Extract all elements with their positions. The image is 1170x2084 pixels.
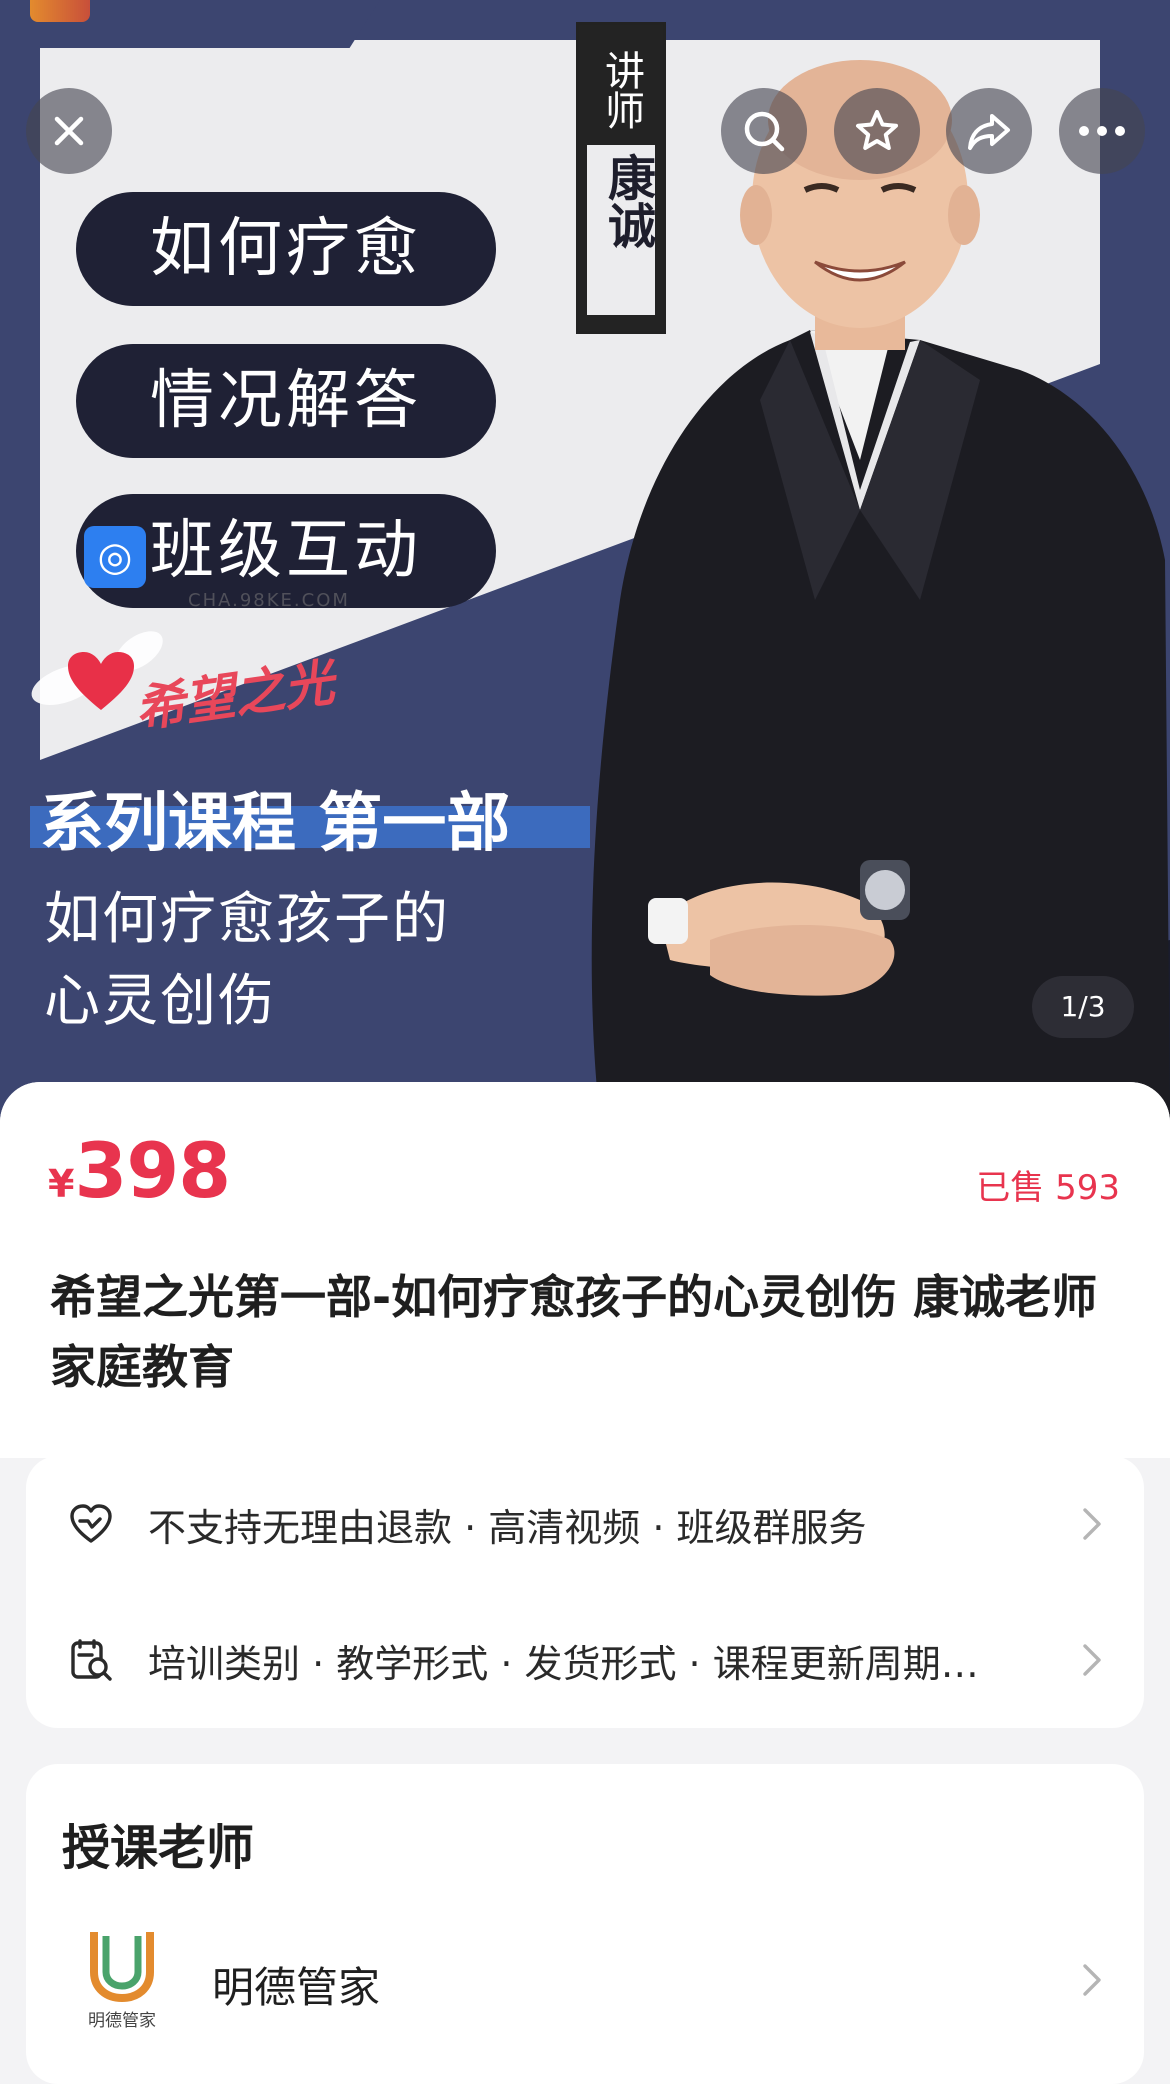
banner-pill-answers: 情况解答: [76, 344, 496, 458]
carousel-page-indicator: 1/3: [1032, 976, 1134, 1038]
price-section: ¥398 已售 593 希望之光第一部-如何疗愈孩子的心灵创伤 康诚老师家庭教育: [0, 1082, 1170, 1458]
product-image-carousel[interactable]: 讲师 康诚 如何疗愈 情况解答 班级互动 ◎ CHA.98KE.COM 希望之光…: [0, 0, 1170, 1120]
lecturer-portrait: [591, 60, 1170, 1120]
search-icon: [744, 111, 785, 152]
price-value: 398: [74, 1126, 231, 1215]
share-icon: [968, 114, 1010, 150]
more-icon: [1079, 126, 1125, 136]
banner-pill-healing: 如何疗愈: [76, 192, 496, 306]
product-detail-sheet: ¥398 已售 593 希望之光第一部-如何疗愈孩子的心灵创伤 康诚老师家庭教育…: [0, 1082, 1170, 2084]
watermark-logo: ◎: [84, 526, 146, 588]
currency-symbol: ¥: [48, 1162, 75, 1206]
favorite-button[interactable]: [834, 88, 920, 174]
banner-subtitle-line1: 如何疗愈孩子的: [44, 887, 450, 952]
svg-text:明德管家: 明德管家: [88, 2011, 156, 2031]
watermark-url: CHA.98KE.COM: [188, 590, 350, 611]
series-title: 系列课程 第一部: [40, 787, 511, 861]
banner-top-strip: [0, 0, 380, 48]
star-icon: [856, 110, 898, 150]
product-title: 希望之光第一部-如何疗愈孩子的心灵创伤 康诚老师家庭教育: [50, 1270, 1098, 1394]
teacher-section-title: 授课老师: [62, 1820, 255, 1876]
service-guarantee-row[interactable]: 不支持无理由退款 · 高清视频 · 班级群服务: [26, 1456, 1144, 1592]
heart-shield-icon: [70, 1504, 112, 1543]
service-guarantee-text: 不支持无理由退款 · 高清视频 · 班级群服务: [148, 1505, 867, 1550]
teacher-logo: 明德管家: [88, 1932, 156, 2031]
chevron-right-icon: [1083, 1508, 1101, 1540]
teacher-card: 授课老师 明德管家 明德管家: [26, 1764, 1144, 2084]
search-button[interactable]: [721, 88, 807, 174]
document-search-icon: [71, 1639, 112, 1681]
sold-count: 已售 593: [976, 1168, 1120, 1208]
course-params-row[interactable]: 培训类别 · 教学形式 · 发货形式 · 课程更新周期…: [26, 1592, 1144, 1728]
product-price: ¥398: [48, 1126, 231, 1215]
chevron-right-icon: [1083, 1964, 1101, 1996]
heart-icon: [68, 652, 134, 710]
course-params-text: 培训类别 · 教学形式 · 发货形式 · 课程更新周期…: [148, 1641, 979, 1686]
banner-subtitle-line2: 心灵创伤: [44, 969, 276, 1034]
service-info-card: 不支持无理由退款 · 高清视频 · 班级群服务 培训类别 · 教学形式 · 发货…: [26, 1456, 1144, 1728]
share-button[interactable]: [946, 88, 1032, 174]
more-button[interactable]: [1059, 88, 1145, 174]
teacher-name: 明德管家: [212, 1963, 381, 2012]
close-button[interactable]: [26, 88, 112, 174]
app-logo: [30, 0, 90, 22]
teacher-row[interactable]: 明德管家 明德管家: [26, 1924, 1144, 2044]
chevron-right-icon: [1083, 1644, 1101, 1676]
close-icon: [54, 116, 84, 146]
